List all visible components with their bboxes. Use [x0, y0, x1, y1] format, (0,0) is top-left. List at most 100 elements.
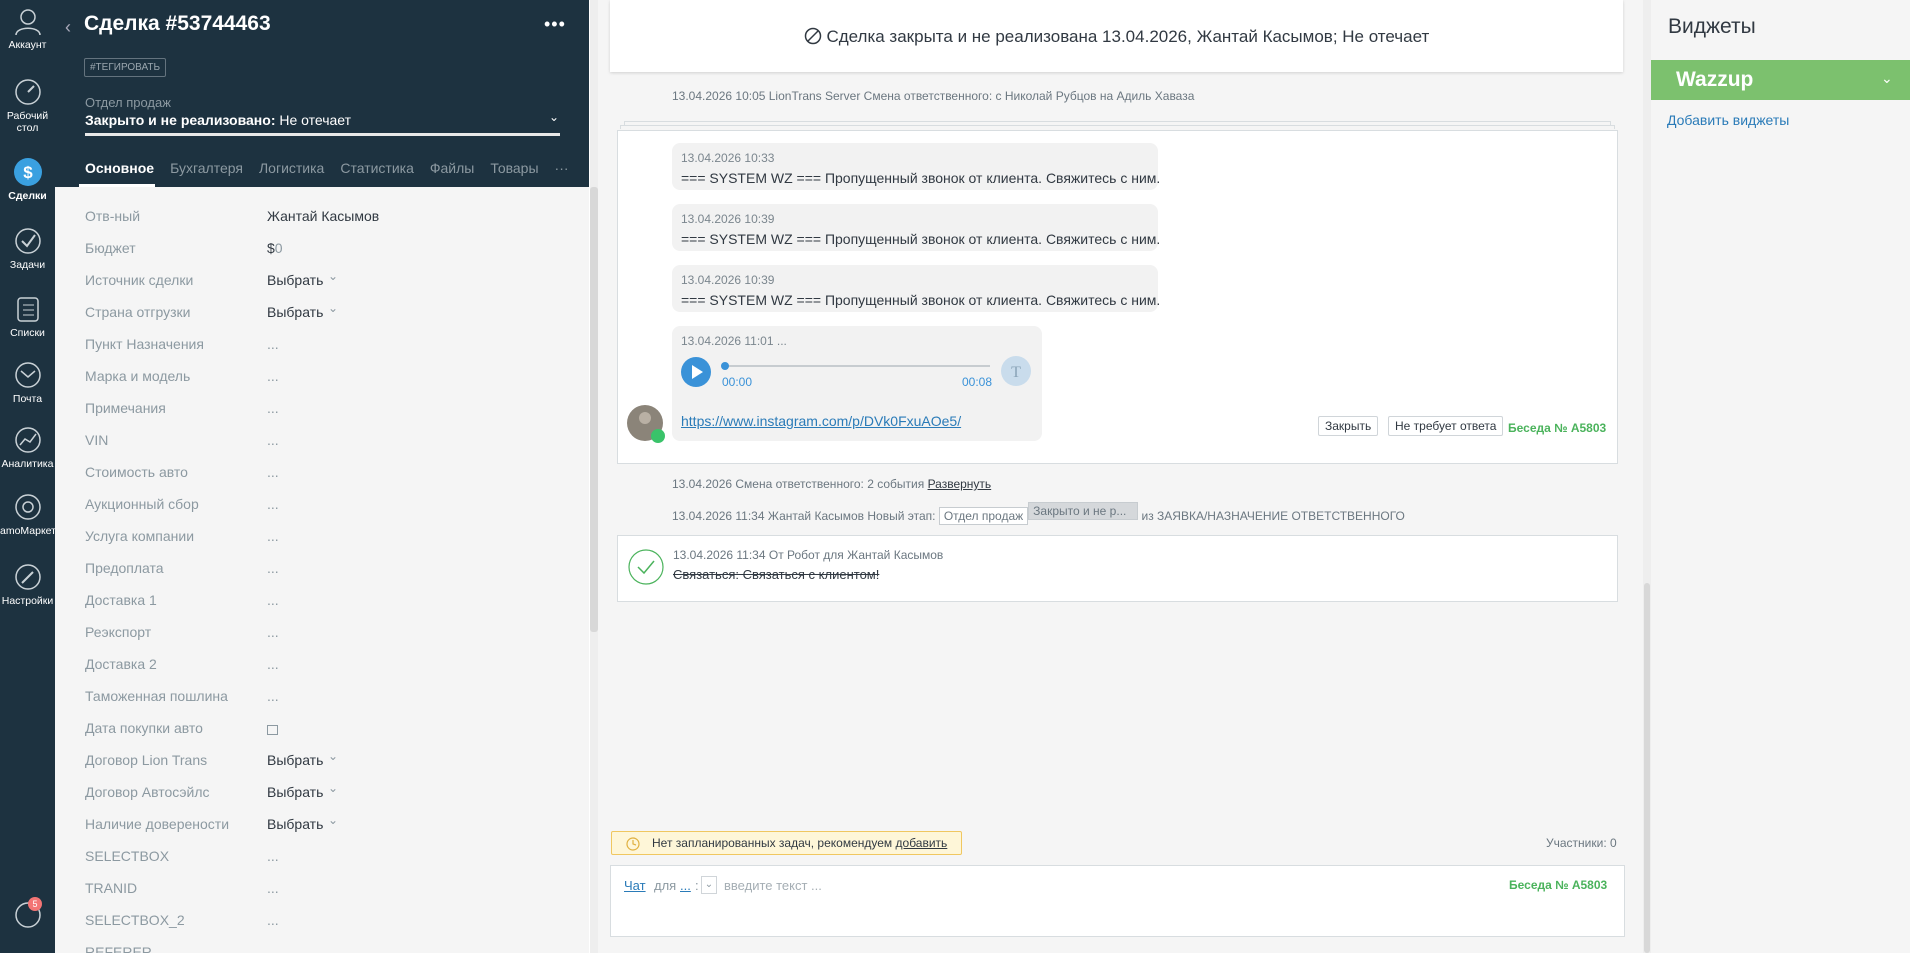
field-value[interactable]: Выбрать [267, 784, 323, 800]
deal-title[interactable]: Сделка #53744463 [84, 12, 271, 36]
nav-market[interactable]: amoМаркет [0, 492, 56, 537]
chevron-down-icon[interactable]: ⌄ [328, 749, 338, 763]
field-value[interactable]: $0 [267, 240, 283, 256]
composer-conversation[interactable]: Беседа № А5803 [1509, 878, 1607, 892]
tab-files[interactable]: Файлы [430, 160, 474, 176]
field-row: Дата покупки авто [85, 720, 565, 740]
field-value[interactable]: Выбрать [267, 304, 323, 320]
chevron-down-icon[interactable]: ⌄ [328, 301, 338, 315]
nav-dashboard[interactable]: Рабочий стол [0, 77, 55, 134]
chevron-down-icon[interactable]: ⌄ [328, 269, 338, 283]
chevron-down-icon[interactable]: ⌄ [549, 110, 559, 124]
field-label: TRANID [85, 880, 138, 896]
field-value[interactable]: ... [267, 464, 279, 480]
participants-count[interactable]: Участники: 0 [1546, 836, 1617, 850]
tab-main[interactable]: Основное [85, 160, 154, 176]
expand-link[interactable]: Развернуть [928, 477, 992, 491]
field-row: Источник сделки Выбрать ⌄ [85, 269, 565, 292]
widgets-title: Виджеты [1668, 15, 1756, 38]
nav-lists[interactable]: Списки [0, 294, 55, 339]
no-tasks-notice: Нет запланированных задач, рекомендуем д… [611, 831, 963, 855]
back-arrow-icon[interactable]: ‹ [65, 17, 71, 38]
audio-progress-knob[interactable] [721, 362, 729, 370]
field-value[interactable]: Выбрать [267, 816, 323, 832]
tab-products[interactable]: Товары [490, 160, 538, 176]
chat-type-link[interactable]: Чат [624, 878, 646, 893]
field-value[interactable]: ... [267, 400, 279, 416]
nav-account-label: Аккаунт [8, 39, 47, 51]
chat-message: 13.04.2026 10:39 === SYSTEM WZ === Пропу… [672, 204, 1160, 251]
tab-accounting[interactable]: Бухгалтеря [170, 160, 243, 176]
chevron-down-icon[interactable]: ⌄ [701, 876, 717, 894]
add-task-link[interactable]: добавить [896, 836, 948, 850]
field-label: Таможенная пошлина [85, 688, 228, 704]
nav-deals[interactable]: $ Сделки [0, 155, 55, 202]
nav-market-label: amoМаркет [0, 525, 56, 537]
field-row: TRANID... [85, 880, 565, 900]
recipient-link[interactable]: ... [680, 878, 691, 893]
nav-tasks[interactable]: Задачи [0, 226, 55, 271]
svg-text:$: $ [23, 163, 33, 182]
events-summary: 13.04.2026 Смена ответственного: 2 событ… [672, 477, 991, 491]
avatar [627, 405, 665, 443]
transcribe-icon[interactable]: T [1000, 355, 1032, 387]
card-scrollbar-thumb[interactable] [590, 187, 598, 632]
field-row: Доставка 1... [85, 592, 565, 612]
instagram-link[interactable]: https://www.instagram.com/p/DVk0FxuAOe5/ [681, 413, 961, 429]
field-value[interactable]: ... [267, 432, 279, 448]
field-value[interactable]: Жантай Касымов [267, 208, 379, 224]
field-value[interactable]: Выбрать [267, 752, 323, 768]
calendar-icon[interactable] [267, 725, 278, 735]
field-value[interactable]: ... [267, 848, 279, 864]
card-header: ‹ Сделка #53744463 ••• #ТЕГИРОВАТЬ Отдел… [55, 0, 589, 187]
field-value[interactable]: ... [267, 528, 279, 544]
nav-settings[interactable]: Настройки [0, 562, 55, 607]
analytics-icon [14, 427, 41, 453]
responsible-change-note: 13.04.2026 10:05 LionTrans Server Смена … [672, 89, 1195, 103]
no-reply-needed-button[interactable]: Не требует ответа [1388, 416, 1504, 436]
field-row: Аукционный сбор... [85, 496, 565, 516]
field-value[interactable]: ... [267, 912, 279, 928]
tab-statistics[interactable]: Статистика [340, 160, 414, 176]
close-conversation-button[interactable]: Закрыть [1318, 416, 1379, 436]
field-value[interactable]: ... [267, 368, 279, 384]
tab-logistics[interactable]: Логистика [259, 160, 324, 176]
field-label: Примечания [85, 400, 166, 416]
nav-mail[interactable]: Почта [0, 360, 55, 405]
field-label: Стоимость авто [85, 464, 188, 480]
wazzup-widget[interactable]: Wazzup ⌄ [1651, 60, 1910, 100]
closed-banner-row: Сделка закрыта и не реализована 13.04.20… [610, 27, 1623, 47]
no-tasks-text: Нет запланированных задач, рекомендуем [652, 836, 893, 850]
field-value[interactable]: ... [267, 560, 279, 576]
pipeline-status[interactable]: Закрыто и не реализовано: Не отечает [85, 112, 351, 128]
chevron-down-icon[interactable]: ⌄ [328, 813, 338, 827]
composer-input[interactable]: введите текст ... [724, 878, 822, 893]
audio-progress-track[interactable] [724, 365, 990, 367]
field-value[interactable]: ... [267, 496, 279, 512]
add-widgets-link[interactable]: Добавить виджеты [1667, 112, 1789, 128]
play-icon[interactable] [680, 356, 712, 388]
field-row: Примечания... [85, 400, 565, 420]
nav-account[interactable]: Аккаунт [0, 6, 55, 51]
message-composer[interactable]: Чат для ... : ⌄ введите текст ... Беседа… [610, 865, 1625, 937]
chevron-down-icon[interactable]: ⌄ [328, 781, 338, 795]
field-value[interactable]: ... [267, 336, 279, 352]
field-value[interactable]: ... [267, 880, 279, 896]
field-value[interactable]: ... [267, 592, 279, 608]
chevron-down-icon[interactable]: ⌄ [1881, 70, 1893, 87]
feed-scrollbar[interactable] [1643, 0, 1651, 953]
clock-icon [626, 837, 640, 851]
tag-button[interactable]: #ТЕГИРОВАТЬ [84, 58, 167, 77]
nav-notifications[interactable]: 5 [0, 897, 55, 933]
field-value[interactable]: ... [267, 656, 279, 672]
field-value[interactable]: ... [267, 624, 279, 640]
conversation-number[interactable]: Беседа № А5803 [1508, 421, 1606, 435]
field-value[interactable]: ... [267, 688, 279, 704]
tab-more[interactable]: ··· [555, 160, 569, 176]
field-value[interactable]: Выбрать [267, 272, 323, 288]
nav-analytics[interactable]: Аналитика [0, 425, 55, 470]
more-menu-icon[interactable]: ••• [544, 14, 566, 35]
feed-scrollbar-thumb[interactable] [1644, 583, 1650, 953]
check-circle-icon [628, 549, 664, 585]
field-row: Стоимость авто... [85, 464, 565, 484]
